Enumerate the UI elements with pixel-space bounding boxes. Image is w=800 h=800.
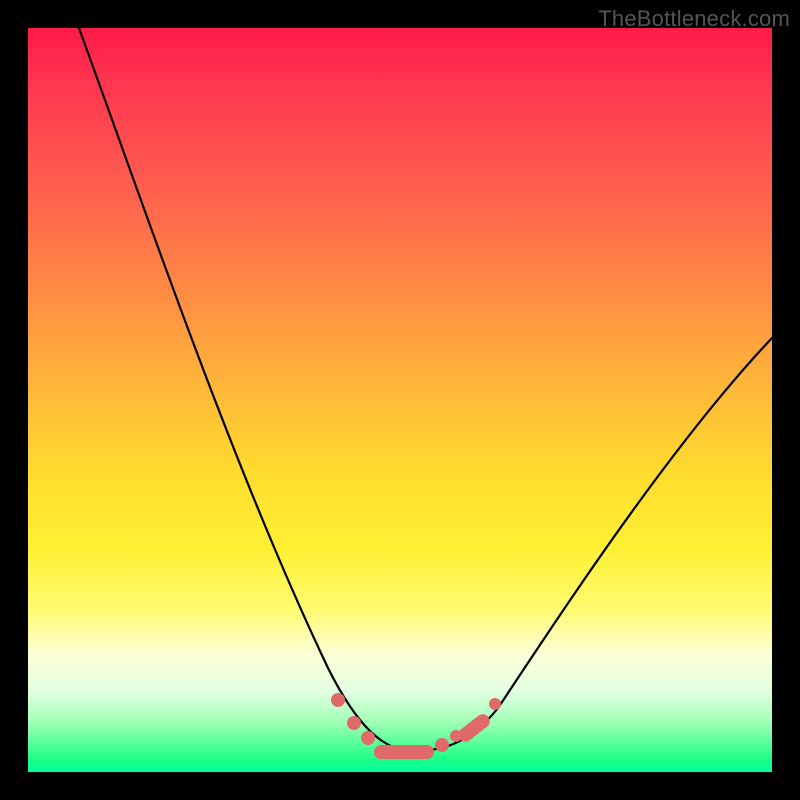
marker-dot [331, 693, 345, 707]
marker-right-segment [456, 711, 493, 744]
marker-dot [361, 731, 375, 745]
marker-dot [435, 738, 449, 752]
chart-frame: TheBottleneck.com [0, 0, 800, 800]
chart-plot-area [28, 28, 772, 772]
marker-dot [450, 730, 462, 742]
marker-flat-segment [374, 745, 434, 759]
bottleneck-curve [68, 0, 772, 751]
marker-dot [347, 716, 361, 730]
chart-svg [28, 28, 772, 772]
marker-dot [489, 698, 501, 710]
